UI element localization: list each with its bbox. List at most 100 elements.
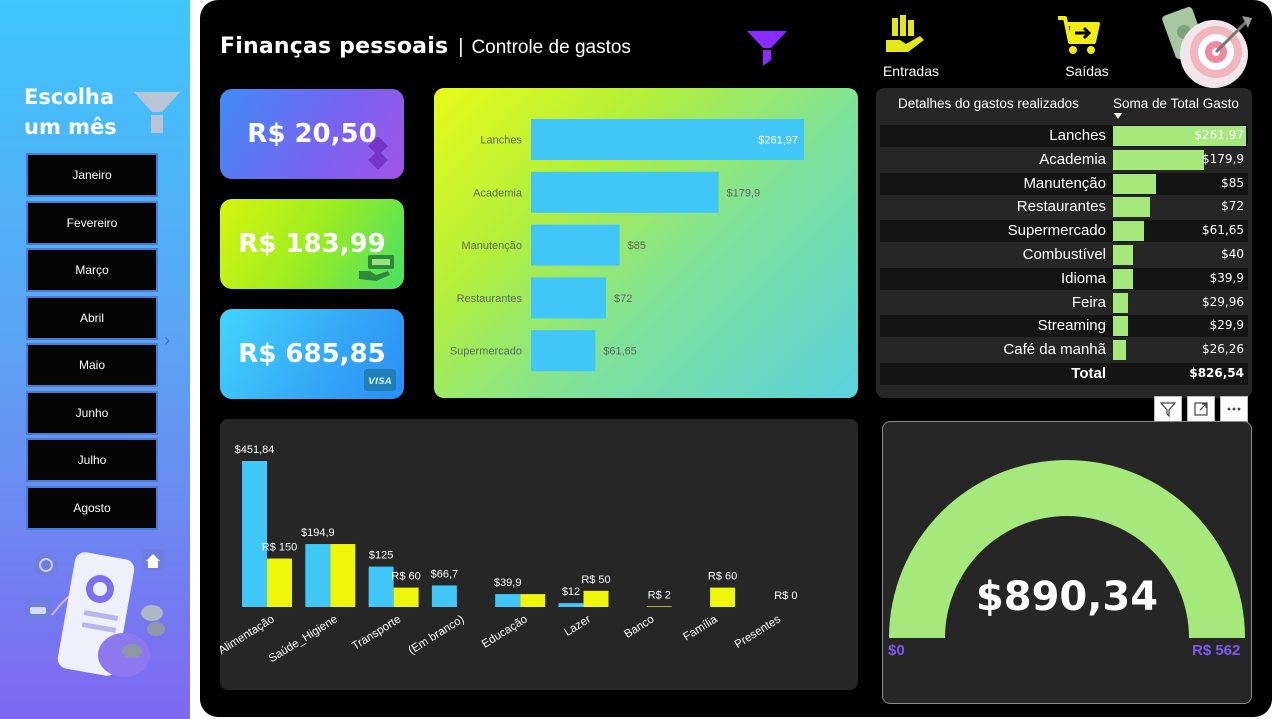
total-value: $826,54: [1189, 366, 1244, 380]
filter-funnel-icon: [134, 92, 180, 133]
row-value: $39,9: [1209, 270, 1244, 285]
bar: [531, 277, 607, 319]
table-header-details[interactable]: Detalhes do gastos realizados: [898, 96, 1079, 111]
kpi-value: R$ 183,99: [238, 229, 386, 259]
kpi-card-cash: R$ 183,99: [220, 199, 404, 289]
money-in-icon[interactable]: [884, 14, 928, 56]
column-chart: $451,84 R$ 150 Alimentação $194,9 Saúde_Higi…: [217, 444, 798, 665]
row-label: Combustível: [1022, 246, 1106, 263]
data-label: $72: [614, 293, 632, 305]
column-bar: [267, 558, 292, 607]
row-label: Streaming: [1037, 317, 1106, 335]
column-bar: [558, 603, 584, 607]
row-data-bar: [1113, 245, 1134, 265]
column-bar: [710, 587, 736, 607]
table-row[interactable]: Restaurantes $72: [880, 196, 1248, 218]
row-value: $261,97: [1194, 128, 1244, 142]
sort-descending-icon: [1114, 113, 1122, 119]
category-label: Educação: [480, 613, 530, 650]
column-bar: [583, 590, 609, 607]
category-label: Presentes: [733, 613, 783, 651]
row-label: Restaurantes: [1016, 198, 1106, 216]
data-label: $125: [369, 550, 393, 562]
spending-detail-table: Detalhes do gastos realizados Soma de To…: [876, 88, 1252, 398]
table-header-total[interactable]: Soma de Total Gasto: [1113, 96, 1239, 111]
row-data-bar: [1113, 268, 1134, 289]
gauge-min-label: $0: [888, 642, 905, 659]
kpi-value: R$ 20,50: [247, 119, 377, 149]
category-label: Lazer: [562, 613, 593, 639]
month-button[interactable]: Abril: [26, 295, 158, 340]
kpi-card-pix: R$ 20,50: [220, 89, 404, 179]
table-row[interactable]: Academia $179,9: [880, 149, 1248, 171]
data-label: R$ 50: [581, 574, 610, 586]
data-label: R$ 60: [708, 571, 737, 583]
table-row[interactable]: Supermercado $61,65: [880, 220, 1248, 243]
column-bar: [520, 594, 546, 607]
column-bar: [495, 594, 521, 607]
nav-entradas[interactable]: Entradas: [876, 63, 946, 79]
gauge-value: $890,34: [975, 574, 1159, 620]
column-bar: [305, 544, 331, 607]
data-label: R$ 2: [648, 589, 671, 601]
bar: [531, 330, 596, 372]
spending-by-category-chart: $451,84 R$ 150 Alimentação $194,9 Saúde_Higi…: [217, 419, 858, 690]
category-label: Família: [681, 613, 720, 643]
table-row[interactable]: Lanches $261,97: [880, 125, 1248, 147]
month-button[interactable]: Maio: [26, 343, 158, 387]
row-label: Idioma: [1060, 269, 1106, 287]
spending-by-item-chart: Lanches $261,97 Academia $179,9 Manutenção $8…: [434, 88, 858, 398]
more-options-icon[interactable]: [1220, 396, 1248, 422]
category-label: Manutenção: [461, 240, 522, 252]
data-label: $194,9: [301, 527, 335, 539]
page-title: Finanças pessoais | Controle de gastos: [220, 34, 631, 59]
table-row[interactable]: Café da manhã $26,26: [880, 339, 1248, 361]
month-button[interactable]: Agosto: [26, 485, 158, 530]
data-label: $12: [562, 586, 580, 598]
row-label: Café da manhã: [1003, 341, 1106, 359]
chevron-right-icon[interactable]: ›: [164, 330, 170, 351]
data-label: $85: [628, 240, 646, 252]
row-label: Academia: [1039, 150, 1106, 168]
nav-saidas[interactable]: Saídas: [1052, 63, 1122, 79]
shopping-cart-icon[interactable]: [1056, 14, 1102, 56]
month-button[interactable]: Fevereiro: [26, 200, 158, 245]
focus-mode-icon[interactable]: [1187, 396, 1215, 422]
total-label: Total: [1071, 365, 1106, 382]
table-row[interactable]: Combustível $40: [880, 244, 1248, 266]
kpi-value: R$ 685,85: [238, 339, 386, 369]
month-button[interactable]: Julho: [26, 438, 158, 482]
category-label: Supermercado: [450, 346, 522, 358]
column-bar: [330, 544, 356, 607]
month-button[interactable]: Junho: [26, 390, 158, 435]
column-bar: [368, 566, 394, 607]
table-row[interactable]: Streaming $29,9: [880, 315, 1248, 338]
gauge-max-label: R$ 562: [1192, 642, 1241, 659]
table-row[interactable]: Idioma $39,9: [880, 267, 1248, 290]
category-label: Academia: [473, 187, 523, 199]
month-filter-title: Escolha um mês: [24, 85, 117, 139]
table-row[interactable]: Manutenção $85: [880, 172, 1248, 195]
data-label: R$ 150: [262, 542, 297, 554]
row-label: Feira: [1071, 293, 1106, 311]
row-data-bar: [1113, 340, 1127, 361]
month-button[interactable]: Março: [26, 248, 158, 292]
table-row[interactable]: Feira $29,96: [880, 292, 1248, 314]
bar: [531, 171, 719, 213]
column-bar: [646, 606, 672, 607]
kpi-card-visa: R$ 685,85 VISA: [220, 309, 404, 399]
row-value: $179,9: [1202, 151, 1244, 166]
data-label: R$ 60: [391, 571, 420, 583]
category-label: Transporte: [350, 613, 403, 652]
row-label: Lanches: [1049, 127, 1106, 144]
data-label: R$ 0: [774, 590, 797, 602]
column-bar: [393, 587, 419, 607]
row-label: Supermercado: [1007, 222, 1106, 240]
row-data-bar: [1113, 316, 1129, 337]
category-label: Saúde_Higiene: [267, 613, 340, 665]
filter-icon[interactable]: [1154, 396, 1182, 422]
filter-funnel-icon[interactable]: [746, 30, 788, 68]
month-button[interactable]: Janeiro: [26, 153, 158, 197]
row-value: $29,96: [1202, 294, 1244, 309]
data-label: $451,84: [235, 444, 275, 456]
